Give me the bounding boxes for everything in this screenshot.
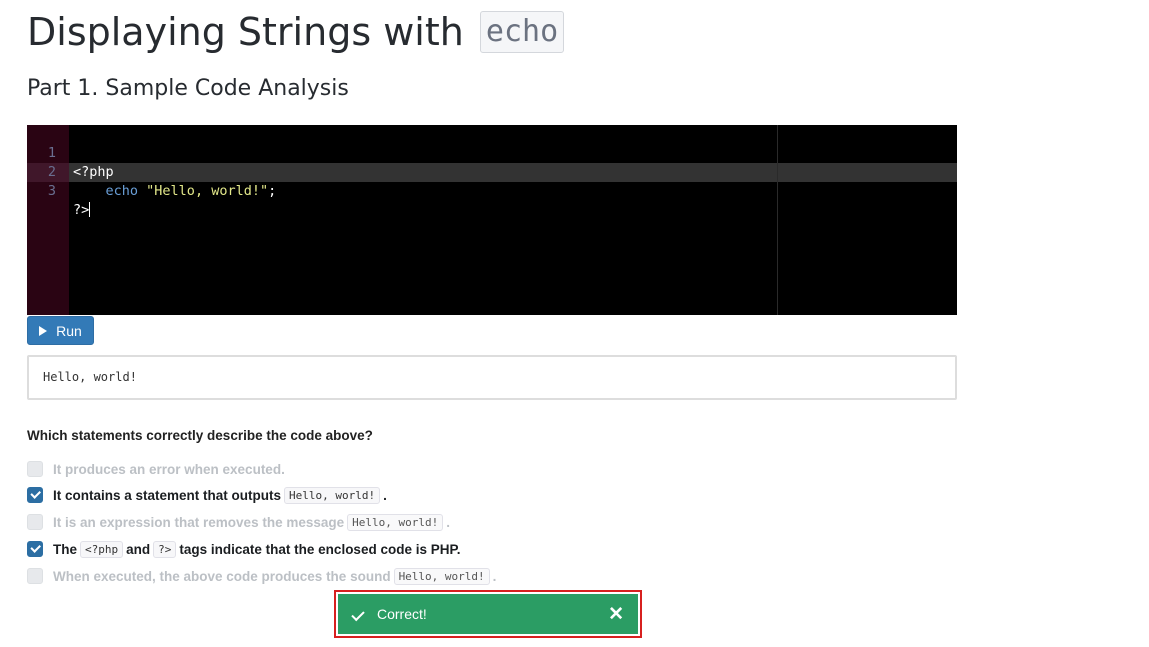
- line-number: 3: [47, 183, 56, 199]
- code-punctuation: ;: [268, 183, 277, 199]
- title-text: Displaying Strings with: [27, 10, 464, 54]
- inline-code: ?>: [153, 540, 177, 558]
- section-heading: Part 1. Sample Code Analysis: [27, 76, 349, 101]
- run-button-label: Run: [56, 322, 82, 339]
- option-text-end: .: [492, 568, 497, 584]
- play-icon: [39, 325, 48, 336]
- success-toast: Correct! ✕: [338, 594, 638, 634]
- page-title: Displaying Strings with echo: [27, 8, 565, 56]
- option-text-end: .: [383, 487, 387, 503]
- option-text: The: [53, 541, 78, 557]
- answer-option[interactable]: When executed, the above code produces t…: [27, 566, 496, 586]
- checkbox[interactable]: [27, 568, 43, 584]
- text-cursor: [89, 202, 91, 217]
- run-button[interactable]: Run: [27, 316, 94, 345]
- check-icon: [351, 607, 365, 622]
- output-panel: Hello, world!: [27, 355, 957, 400]
- answer-option[interactable]: It contains a statement that outputs Hel…: [27, 485, 387, 505]
- toast-highlight: Correct! ✕: [334, 590, 642, 638]
- output-text: Hello, world!: [43, 370, 137, 384]
- toast-message: Correct!: [377, 606, 427, 622]
- code-line[interactable]: 3 ?>: [27, 163, 957, 218]
- option-text: When executed, the above code produces t…: [53, 568, 391, 584]
- inline-code: Hello, world!: [393, 567, 490, 585]
- code-text: echo "Hello, world!";: [73, 182, 277, 201]
- check-icon: [29, 488, 41, 499]
- answer-option[interactable]: The <?php and ?> tags indicate that the …: [27, 539, 461, 559]
- answer-option[interactable]: It is an expression that removes the mes…: [27, 512, 450, 532]
- option-text-end: tags indicate that the enclosed code is …: [179, 541, 461, 557]
- option-text: It is an expression that removes the mes…: [53, 514, 345, 530]
- checkbox[interactable]: [27, 461, 43, 477]
- check-icon: [29, 542, 41, 553]
- question-text: Which statements correctly describe the …: [27, 428, 373, 443]
- inline-code: Hello, world!: [347, 513, 444, 531]
- option-text-end: .: [446, 514, 450, 530]
- checkbox[interactable]: [27, 541, 43, 557]
- code-text: ?>: [73, 201, 91, 220]
- option-text-mid: and: [126, 541, 151, 557]
- code-line[interactable]: 2 echo "Hello, world!";: [27, 144, 957, 199]
- inline-code: <?php: [80, 540, 124, 558]
- code-line[interactable]: 1 <?php: [27, 125, 957, 180]
- checkbox[interactable]: [27, 514, 43, 530]
- code-keyword: echo: [105, 183, 139, 199]
- title-code: echo: [479, 11, 565, 53]
- code-text-content: ?>: [73, 202, 90, 218]
- option-text: It produces an error when executed.: [53, 461, 285, 477]
- code-editor[interactable]: 1 <?php 2 echo "Hello, world!"; 3 ?>: [27, 125, 957, 315]
- inline-code: Hello, world!: [284, 486, 381, 504]
- close-icon[interactable]: ✕: [608, 605, 624, 624]
- code-string: "Hello, world!": [146, 183, 269, 199]
- option-text: It contains a statement that outputs: [53, 487, 282, 503]
- answer-option[interactable]: It produces an error when executed.: [27, 459, 285, 479]
- checkbox[interactable]: [27, 487, 43, 503]
